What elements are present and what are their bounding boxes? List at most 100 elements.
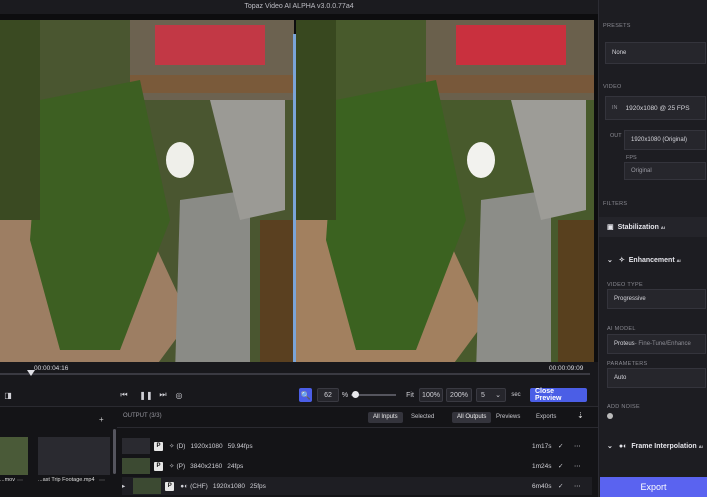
stabilization-label: Stabilization — [617, 223, 659, 231]
add-input-icon[interactable]: + — [99, 415, 104, 424]
compare-view-icon[interactable]: ◨ — [2, 388, 14, 402]
check-icon: ✓ — [558, 463, 564, 470]
playback-controls: ◨ ⏮ ❚❚ ⏭ ◎ 🔍 62 % Fit 100% 200% 5 ⌄ sec … — [0, 384, 598, 406]
model-tag: (P) — [176, 462, 186, 470]
output-row[interactable]: P ✧ (P) 3840x2160 24fps 1m24s ✓ ⋯ — [122, 457, 592, 475]
stabilization-filter[interactable]: ▣ Stabilization AI — [599, 217, 707, 237]
video-label: VIDEO — [603, 84, 622, 90]
export-all-icon[interactable]: ⇣ — [577, 411, 584, 420]
enhancement-label: Enhancement — [628, 256, 675, 264]
zoom-100-button[interactable]: 100% — [419, 388, 443, 402]
output-resolution-select[interactable]: 1920x1080 (Original) — [624, 130, 706, 150]
step-forward-icon[interactable]: ⏭ — [157, 388, 169, 402]
pause-icon[interactable]: ❚❚ — [139, 388, 152, 402]
more-icon[interactable]: ⋯ — [99, 477, 105, 484]
zoom-icon[interactable]: 🔍 — [299, 388, 312, 402]
loop-icon[interactable]: ◎ — [173, 388, 185, 402]
queue-scrollbar[interactable] — [113, 429, 116, 474]
duration-unit: sec — [511, 392, 521, 398]
stabilization-icon: ▣ — [607, 224, 614, 231]
more-icon[interactable]: ⋯ — [574, 462, 581, 470]
input-info: IN 1920x1080 @ 25 FPS — [605, 96, 706, 120]
filter-all-outputs[interactable]: All Outputs — [452, 412, 492, 423]
output-count-label: OUTPUT (3/3) — [123, 413, 162, 419]
video-type-select[interactable]: Progressive — [607, 289, 706, 309]
output-resolution: 1920x1080 — [190, 442, 223, 450]
filter-exports[interactable]: Exports — [531, 412, 561, 423]
fit-button[interactable]: Fit — [403, 388, 417, 402]
add-noise-slider-thumb[interactable] — [607, 413, 613, 419]
fps-select[interactable]: Original — [624, 162, 706, 180]
ai-model-suffix: - Fine-Tune/Enhance — [634, 341, 691, 347]
preset-value: None — [612, 50, 627, 56]
check-icon: ✓ — [558, 443, 564, 450]
enhance-icon: ✧ — [169, 443, 175, 450]
output-resolution: 1920x1080 — [212, 482, 245, 490]
output-time: 6m40s — [532, 482, 552, 490]
ai-model-value: Proteus — [614, 341, 635, 347]
more-icon[interactable]: ⋯ — [574, 482, 581, 490]
original-video-pane[interactable] — [0, 20, 294, 362]
in-tag: IN — [612, 105, 618, 111]
preview-duration-value: 5 — [481, 391, 485, 399]
step-back-icon[interactable]: ⏮ — [118, 388, 130, 402]
ai-badge: AI — [660, 224, 665, 230]
preview-badge: P — [165, 481, 175, 491]
frame-interpolation-header[interactable]: ⌄ ●◐ Frame Interpolation AI — [599, 436, 707, 456]
timeline-start-time: 00:00:04:16 — [34, 365, 69, 372]
input-name-1: ...mov — [0, 477, 15, 483]
input-thumbnail-2[interactable] — [38, 437, 110, 475]
input-resolution-fps: 1920x1080 @ 25 FPS — [625, 104, 690, 112]
more-icon[interactable]: ⋯ — [17, 477, 23, 484]
enhance-icon: ✧ — [169, 463, 175, 470]
output-time: 1m24s — [532, 462, 552, 470]
enhanced-frame-image — [296, 20, 594, 362]
preview-badge: P — [154, 461, 163, 471]
export-button[interactable]: Export — [600, 477, 707, 497]
output-fps: 59.94fps — [227, 442, 253, 450]
output-fps: 24fps — [227, 462, 244, 470]
preview-duration-select[interactable]: 5 ⌄ — [476, 388, 506, 402]
ai-model-label: AI MODEL — [607, 326, 636, 332]
output-fps: 25fps — [250, 482, 266, 490]
out-tag: OUT — [610, 133, 622, 139]
model-tag: (D) — [176, 442, 186, 450]
output-row-selected[interactable]: ▸ P ●◐ (CHF) 1920x1080 25fps 6m40s ✓ ⋯ — [122, 477, 592, 495]
fps-value: Original — [631, 168, 652, 174]
parameters-value: Auto — [614, 375, 627, 381]
more-icon[interactable]: ⋯ — [574, 442, 581, 450]
comparison-divider-handle[interactable] — [293, 34, 296, 362]
filter-all-inputs[interactable]: All Inputs — [368, 412, 403, 423]
enhanced-video-pane[interactable] — [296, 20, 594, 362]
parameters-select[interactable]: Auto — [607, 368, 706, 388]
input-name-2: ...ast Trip Footage.mp4 — [38, 477, 95, 483]
timeline-track[interactable] — [0, 373, 590, 375]
zoom-200-button[interactable]: 200% — [446, 388, 472, 402]
interpolation-icon: ●◐ — [618, 442, 628, 450]
chevron-down-icon: ⌄ — [607, 257, 613, 264]
model-tag: (CHF) — [190, 482, 208, 490]
enhancement-filter-header[interactable]: ⌄ ✧ Enhancement AI — [599, 250, 707, 270]
timeline[interactable]: 00:00:04:16 00:00:09:09 — [0, 362, 598, 384]
filter-selected[interactable]: Selected — [406, 412, 439, 423]
zoom-input[interactable]: 62 — [317, 388, 339, 402]
output-row[interactable]: P ✧ (D) 1920x1080 59.94fps 1m17s ✓ ⋯ — [122, 437, 592, 455]
check-icon: ✓ — [558, 483, 564, 490]
ai-model-select[interactable]: Proteus - Fine-Tune/Enhance — [607, 334, 706, 354]
close-preview-button[interactable]: Close Preview — [530, 388, 587, 402]
output-thumbnail — [122, 458, 150, 474]
play-icon[interactable]: ▸ — [122, 482, 125, 490]
input-thumbnail-1[interactable] — [0, 437, 28, 475]
zoom-slider-thumb[interactable] — [352, 391, 359, 398]
chevron-down-icon: ⌄ — [607, 443, 613, 450]
fps-label: FPS — [626, 155, 637, 161]
preset-select[interactable]: None — [605, 42, 706, 64]
window-title: Topaz Video AI ALPHA v3.0.0.77a4 — [0, 0, 598, 14]
presets-label: PRESETS — [603, 23, 631, 29]
video-type-label: VIDEO TYPE — [607, 282, 643, 288]
add-noise-label: ADD NOISE — [607, 404, 640, 410]
parameters-label: PARAMETERS — [607, 361, 648, 367]
zoom-unit: % — [341, 391, 349, 399]
filter-previews[interactable]: Previews — [491, 412, 525, 423]
preview-viewer[interactable] — [0, 14, 598, 362]
